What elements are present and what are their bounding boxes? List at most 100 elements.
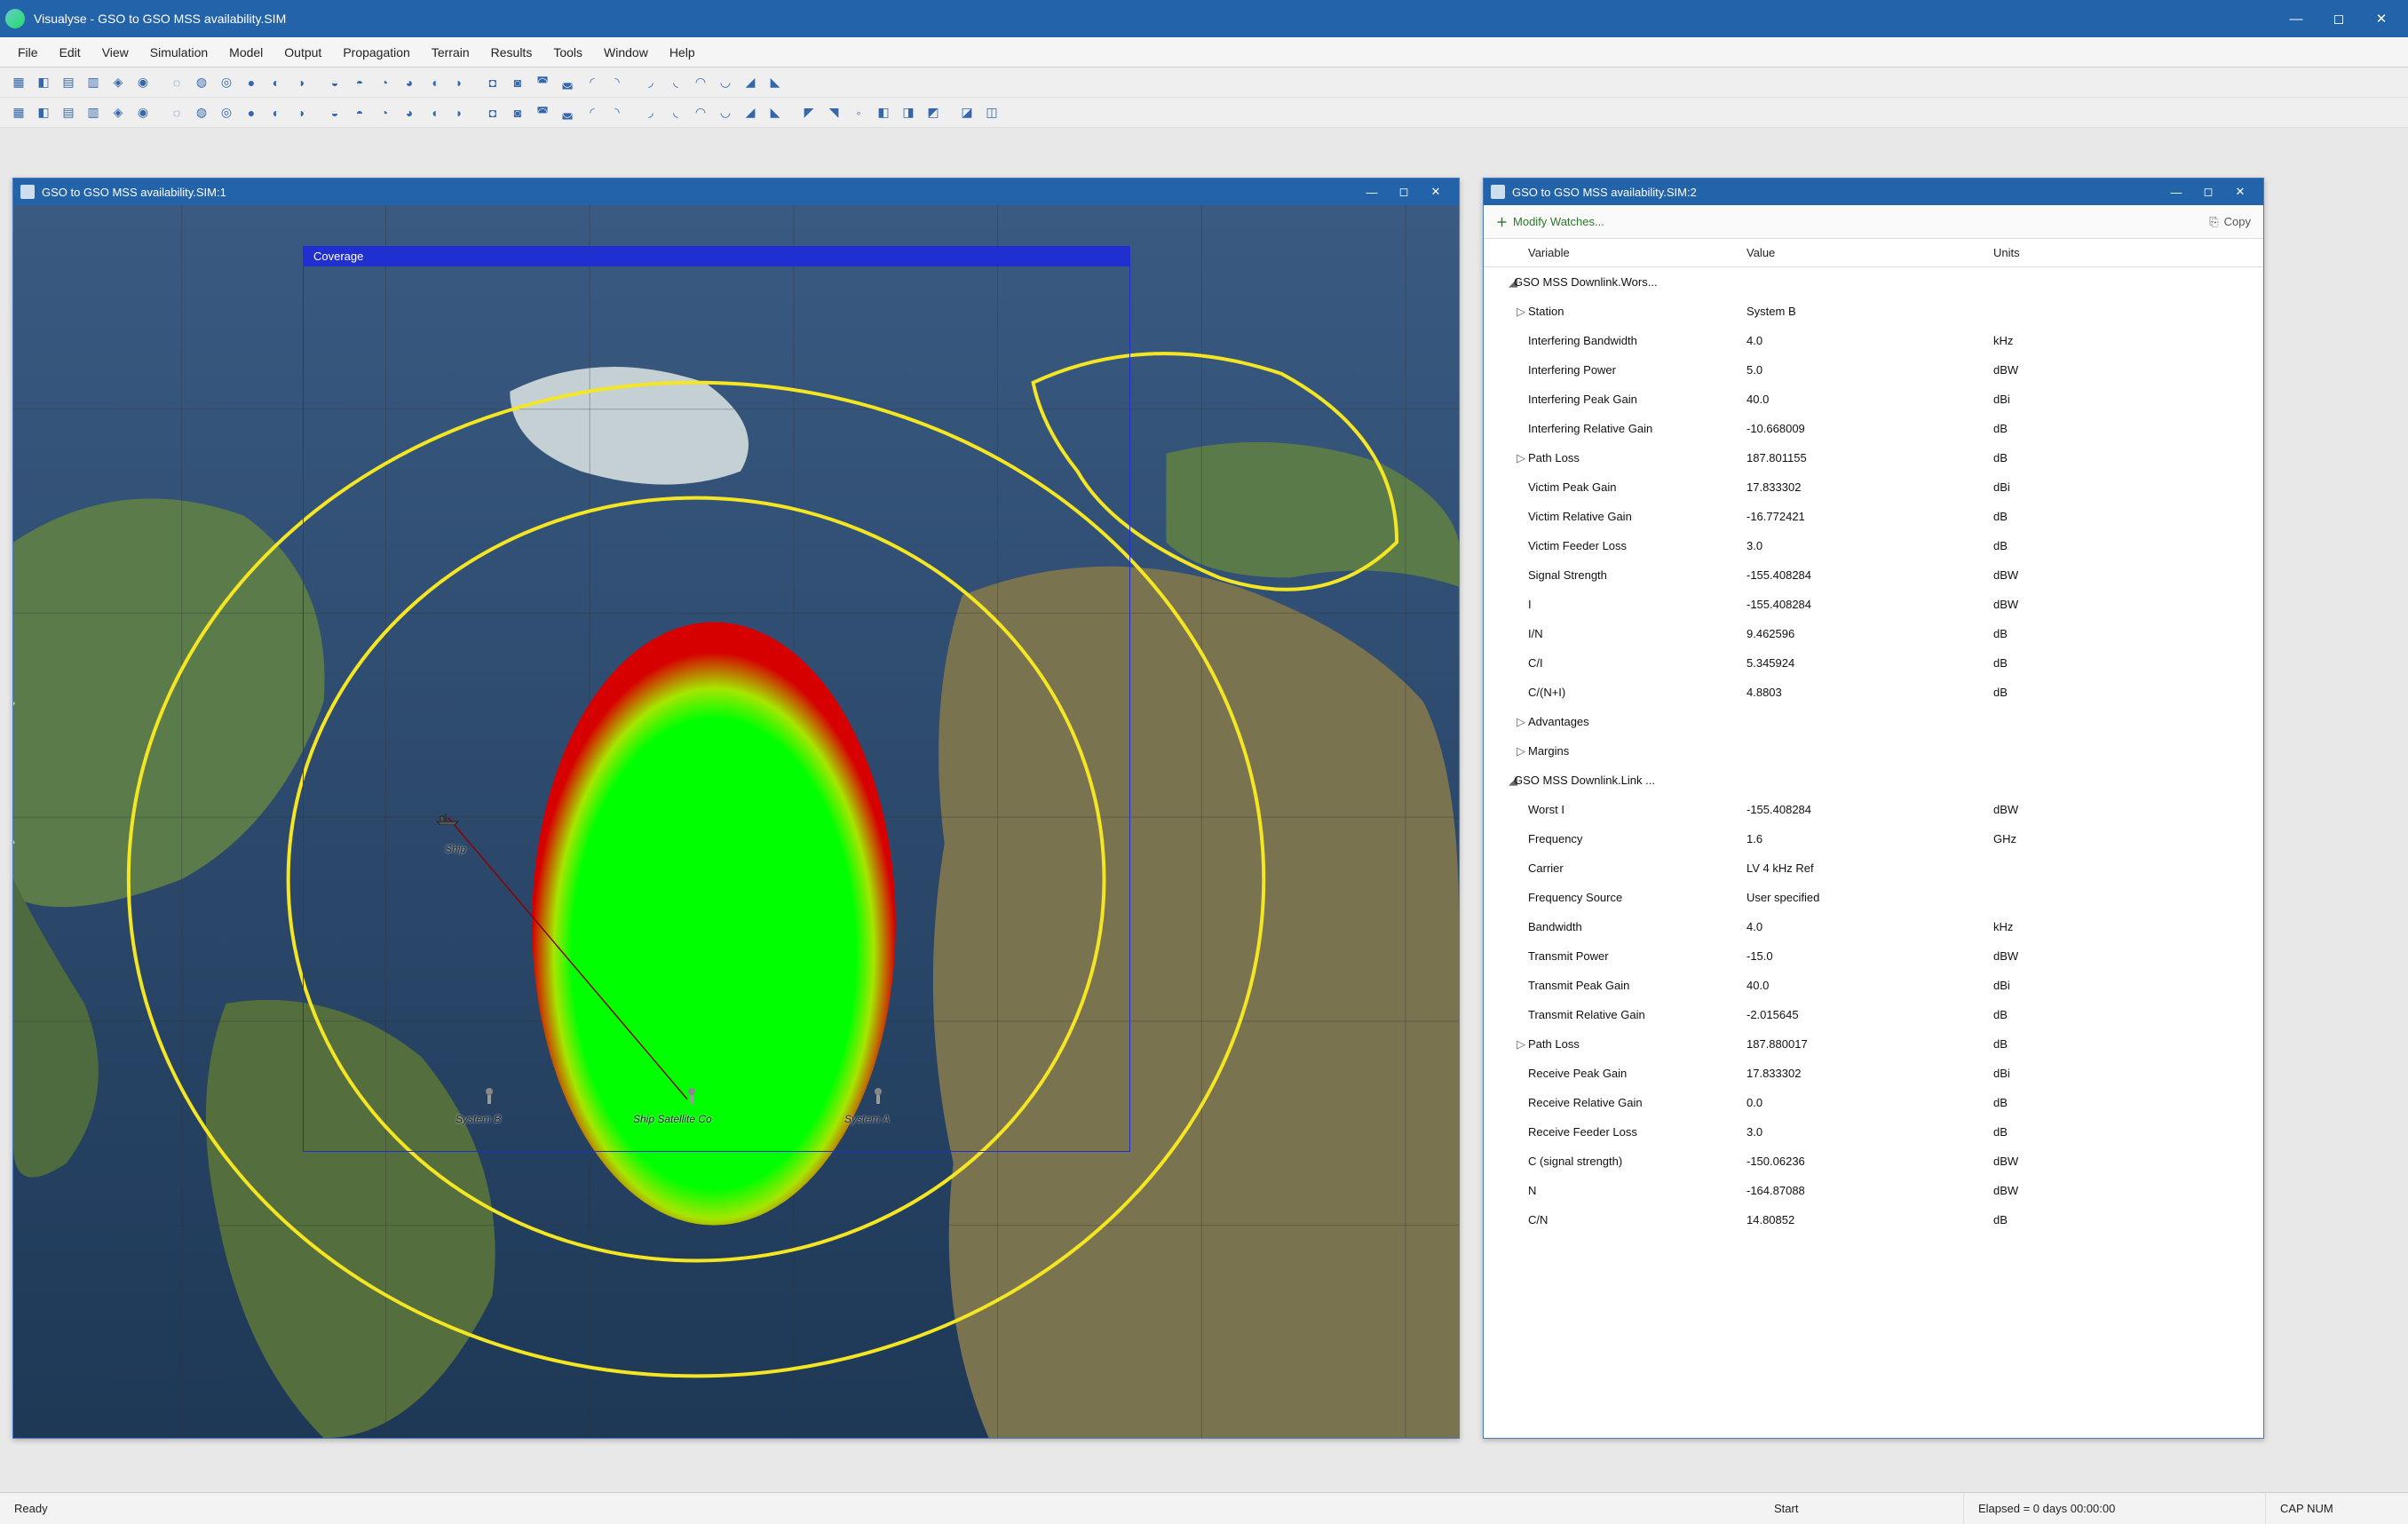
- toolbar2-button-18[interactable]: ◘: [481, 101, 504, 124]
- watch-row[interactable]: Receive Feeder Loss3.0dB: [1484, 1117, 2263, 1147]
- toolbar1-button-5[interactable]: ◉: [131, 71, 154, 94]
- toolbar1-button-21[interactable]: ◛: [556, 71, 579, 94]
- satellite-system-a-icon[interactable]: [871, 1086, 885, 1107]
- toolbar2-button-10[interactable]: ◐: [265, 101, 288, 124]
- header-variable[interactable]: Variable: [1528, 246, 1747, 259]
- toolbar2-button-22[interactable]: ◜: [581, 101, 604, 124]
- tree-toggle-icon[interactable]: ▷: [1498, 715, 1528, 729]
- toolbar1-button-23[interactable]: ◝: [606, 71, 629, 94]
- toolbar2-button-2[interactable]: ▤: [57, 101, 80, 124]
- watch-row[interactable]: Frequency1.6GHz: [1484, 824, 2263, 853]
- watch-row[interactable]: Interfering Relative Gain-10.668009dB: [1484, 414, 2263, 443]
- toolbar2-button-27[interactable]: ◡: [714, 101, 737, 124]
- toolbar2-button-30[interactable]: ◤: [797, 101, 820, 124]
- menu-propagation[interactable]: Propagation: [332, 40, 421, 65]
- toolbar2-button-1[interactable]: ◧: [32, 101, 55, 124]
- toolbar1-button-15[interactable]: ◕: [398, 71, 421, 94]
- watch-body[interactable]: ◢GSO MSS Downlink.Wors...▷StationSystem …: [1484, 267, 2263, 1438]
- toolbar2-button-34[interactable]: ◨: [897, 101, 920, 124]
- satellite-ship-co-icon[interactable]: [685, 1086, 699, 1107]
- watch-row[interactable]: Bandwidth4.0kHz: [1484, 912, 2263, 941]
- menu-results[interactable]: Results: [480, 40, 543, 65]
- copy-button[interactable]: ⎘ Copy: [2209, 215, 2251, 229]
- watch-row[interactable]: Interfering Power5.0dBW: [1484, 355, 2263, 385]
- toolbar1-button-13[interactable]: ◓: [348, 71, 371, 94]
- toolbar2-button-28[interactable]: ◢: [739, 101, 762, 124]
- toolbar2-button-33[interactable]: ◧: [872, 101, 895, 124]
- watch-row[interactable]: ◢GSO MSS Downlink.Wors...: [1484, 267, 2263, 297]
- toolbar1-button-0[interactable]: ▦: [7, 71, 30, 94]
- toolbar2-button-24[interactable]: ◞: [639, 101, 662, 124]
- toolbar2-button-12[interactable]: ◒: [323, 101, 346, 124]
- watch-window-minimize-button[interactable]: —: [2160, 179, 2192, 205]
- header-value[interactable]: Value: [1747, 246, 1993, 259]
- toolbar1-button-3[interactable]: ▥: [82, 71, 105, 94]
- toolbar1-button-9[interactable]: ●: [240, 71, 263, 94]
- toolbar1-button-27[interactable]: ◡: [714, 71, 737, 94]
- satellite-system-b-icon[interactable]: [482, 1086, 496, 1107]
- menu-view[interactable]: View: [91, 40, 139, 65]
- toolbar1-button-6[interactable]: ◌: [165, 71, 188, 94]
- toolbar1-button-29[interactable]: ◣: [764, 71, 787, 94]
- map-window-minimize-button[interactable]: —: [1356, 179, 1388, 205]
- watch-window-titlebar[interactable]: GSO to GSO MSS availability.SIM:2 — ◻ ✕: [1484, 179, 2263, 205]
- watch-row[interactable]: ▷Margins: [1484, 736, 2263, 766]
- toolbar2-button-0[interactable]: ▦: [7, 101, 30, 124]
- ship-icon[interactable]: [435, 809, 460, 825]
- watch-row[interactable]: N-164.87088dBW: [1484, 1176, 2263, 1205]
- toolbar1-button-25[interactable]: ◟: [664, 71, 687, 94]
- toolbar2-button-29[interactable]: ◣: [764, 101, 787, 124]
- watch-row[interactable]: C/(N+I)4.8803dB: [1484, 678, 2263, 707]
- toolbar2-button-15[interactable]: ◕: [398, 101, 421, 124]
- menu-model[interactable]: Model: [218, 40, 273, 65]
- menu-terrain[interactable]: Terrain: [421, 40, 480, 65]
- tree-toggle-icon[interactable]: ▷: [1498, 305, 1528, 319]
- menu-output[interactable]: Output: [273, 40, 332, 65]
- minimize-button[interactable]: —: [2275, 0, 2317, 37]
- watch-row[interactable]: ▷Path Loss187.801155dB: [1484, 443, 2263, 472]
- toolbar2-button-20[interactable]: ◚: [531, 101, 554, 124]
- watch-row[interactable]: Signal Strength-155.408284dBW: [1484, 560, 2263, 590]
- toolbar1-button-14[interactable]: ◔: [373, 71, 396, 94]
- watch-window-close-button[interactable]: ✕: [2224, 179, 2256, 205]
- watch-row[interactable]: Victim Relative Gain-16.772421dB: [1484, 502, 2263, 531]
- watch-row[interactable]: Frequency SourceUser specified: [1484, 883, 2263, 912]
- menu-tools[interactable]: Tools: [543, 40, 593, 65]
- toolbar1-button-10[interactable]: ◐: [265, 71, 288, 94]
- toolbar1-button-19[interactable]: ◙: [506, 71, 529, 94]
- header-units[interactable]: Units: [1993, 246, 2135, 259]
- tree-toggle-icon[interactable]: ▷: [1498, 744, 1528, 758]
- map-window-close-button[interactable]: ✕: [1420, 179, 1452, 205]
- toolbar1-button-11[interactable]: ◑: [289, 71, 313, 94]
- toolbar1-button-7[interactable]: ◍: [190, 71, 213, 94]
- toolbar2-button-19[interactable]: ◙: [506, 101, 529, 124]
- menu-window[interactable]: Window: [593, 40, 659, 65]
- toolbar2-button-21[interactable]: ◛: [556, 101, 579, 124]
- tree-toggle-icon[interactable]: ▷: [1498, 451, 1528, 465]
- watch-row[interactable]: Victim Feeder Loss3.0dB: [1484, 531, 2263, 560]
- toolbar1-button-1[interactable]: ◧: [32, 71, 55, 94]
- toolbar2-button-13[interactable]: ◓: [348, 101, 371, 124]
- watch-row[interactable]: Interfering Peak Gain40.0dBi: [1484, 385, 2263, 414]
- watch-row[interactable]: Receive Peak Gain17.833302dBi: [1484, 1059, 2263, 1088]
- menu-help[interactable]: Help: [659, 40, 706, 65]
- menu-edit[interactable]: Edit: [49, 40, 91, 65]
- toolbar2-button-6[interactable]: ◌: [165, 101, 188, 124]
- toolbar1-button-16[interactable]: ◖: [423, 71, 446, 94]
- watch-window-maximize-button[interactable]: ◻: [2192, 179, 2224, 205]
- map-window-maximize-button[interactable]: ◻: [1388, 179, 1420, 205]
- watch-row[interactable]: Transmit Power-15.0dBW: [1484, 941, 2263, 971]
- menu-file[interactable]: File: [7, 40, 49, 65]
- watch-row[interactable]: ▷Advantages: [1484, 707, 2263, 736]
- close-button[interactable]: ✕: [2360, 0, 2403, 37]
- toolbar1-button-4[interactable]: ◈: [107, 71, 130, 94]
- toolbar1-button-17[interactable]: ◗: [448, 71, 471, 94]
- tree-toggle-icon[interactable]: ▷: [1498, 1037, 1528, 1052]
- watch-row[interactable]: Worst I-155.408284dBW: [1484, 795, 2263, 824]
- toolbar2-button-32[interactable]: ◦: [847, 101, 870, 124]
- maximize-button[interactable]: ◻: [2317, 0, 2360, 37]
- toolbar2-button-31[interactable]: ◥: [822, 101, 845, 124]
- toolbar1-button-28[interactable]: ◢: [739, 71, 762, 94]
- watch-row[interactable]: Transmit Peak Gain40.0dBi: [1484, 971, 2263, 1000]
- toolbar2-button-9[interactable]: ●: [240, 101, 263, 124]
